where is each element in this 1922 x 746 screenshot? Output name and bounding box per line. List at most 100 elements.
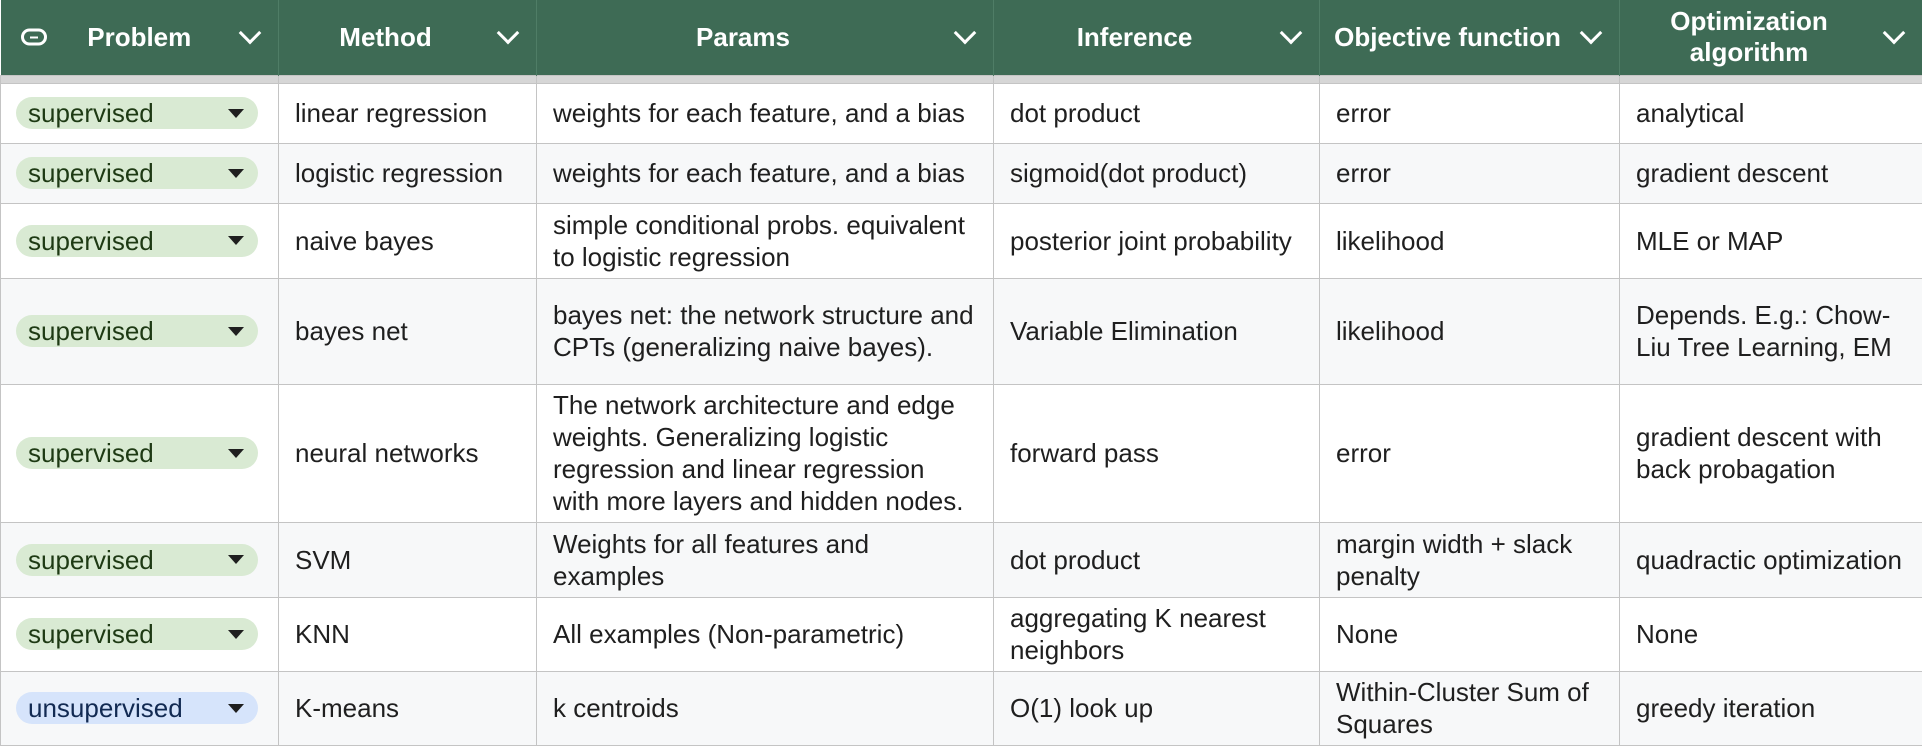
problem-cell[interactable]: supervised <box>0 596 279 672</box>
inference-cell[interactable]: Variable Elimination <box>993 277 1320 385</box>
method-cell[interactable]: neural networks <box>278 383 537 523</box>
objective-cell[interactable]: error <box>1319 383 1620 523</box>
optimization-cell[interactable]: None <box>1619 596 1922 672</box>
method-cell[interactable]: KNN <box>278 596 537 672</box>
chip-label: supervised <box>28 438 154 468</box>
problem-cell[interactable]: supervised <box>0 383 279 523</box>
header-row: Problem Method Params Inference Objectiv… <box>0 0 1922 75</box>
optimization-cell[interactable]: gradient descent with back probagation <box>1619 383 1922 523</box>
inference-cell[interactable]: forward pass <box>993 383 1320 523</box>
gap-cell <box>278 74 537 84</box>
params-cell[interactable]: weights for each feature, and a bias <box>536 142 994 204</box>
problem-cell[interactable]: supervised <box>0 521 279 598</box>
header-params[interactable]: Params <box>536 0 994 75</box>
objective-cell[interactable]: likelihood <box>1319 202 1620 279</box>
inference-cell[interactable]: dot product <box>993 82 1320 144</box>
table-row: supervised bayes net bayes net: the netw… <box>0 277 1922 385</box>
table-row: supervised SVM Weights for all features … <box>0 521 1922 598</box>
method-cell[interactable]: bayes net <box>278 277 537 385</box>
problem-cell[interactable]: supervised <box>0 82 279 144</box>
table-row: supervised logistic regression weights f… <box>0 142 1922 204</box>
chip-label: supervised <box>28 316 154 346</box>
dropdown-arrow-icon[interactable] <box>228 703 244 713</box>
method-cell[interactable]: K-means <box>278 670 537 746</box>
dropdown-arrow-icon[interactable] <box>228 236 244 245</box>
chevron-down-icon[interactable] <box>1579 21 1603 45</box>
header-method[interactable]: Method <box>278 0 537 75</box>
header-gap <box>0 74 1922 84</box>
header-label: Inference <box>1076 21 1193 52</box>
header-problem[interactable]: Problem <box>0 0 279 75</box>
objective-cell[interactable]: error <box>1319 82 1620 144</box>
problem-dropdown-chip[interactable]: supervised <box>16 315 258 347</box>
dropdown-arrow-icon[interactable] <box>228 326 244 336</box>
objective-cell[interactable]: None <box>1319 596 1620 672</box>
gap-cell <box>1319 74 1620 84</box>
chevron-down-icon[interactable] <box>238 21 262 45</box>
problem-dropdown-chip[interactable]: supervised <box>16 97 258 129</box>
ml-methods-table: Problem Method Params Inference Objectiv… <box>0 0 1922 746</box>
inference-cell[interactable]: aggregating K nearest neighbors <box>993 596 1320 672</box>
inference-cell[interactable]: dot product <box>993 521 1320 598</box>
inference-cell[interactable]: O(1) look up <box>993 670 1320 746</box>
optimization-cell[interactable]: greedy iteration <box>1619 670 1922 746</box>
spreadsheet-table: Problem Method Params Inference Objectiv… <box>0 0 1922 746</box>
objective-cell[interactable]: likelihood <box>1319 277 1620 385</box>
problem-cell[interactable]: supervised <box>0 202 279 279</box>
params-cell[interactable]: Weights for all features and examples <box>536 521 994 598</box>
objective-cell[interactable]: Within-Cluster Sum of Squares <box>1319 670 1620 746</box>
table-row: supervised neural networks The network a… <box>0 383 1922 523</box>
optimization-cell[interactable]: Depends. E.g.: Chow-Liu Tree Learning, E… <box>1619 277 1922 385</box>
chevron-down-icon[interactable] <box>496 21 520 45</box>
params-cell[interactable]: All examples (Non-parametric) <box>536 596 994 672</box>
table-row: supervised naive bayes simple conditiona… <box>0 202 1922 279</box>
problem-cell[interactable]: unsupervised <box>0 670 279 746</box>
params-cell[interactable]: k centroids <box>536 670 994 746</box>
objective-cell[interactable]: error <box>1319 142 1620 204</box>
header-label: Optimization algorithm <box>1670 6 1828 68</box>
method-cell[interactable]: naive bayes <box>278 202 537 279</box>
params-cell[interactable]: weights for each feature, and a bias <box>536 82 994 144</box>
optimization-cell[interactable]: quadractic optimization <box>1619 521 1922 598</box>
params-cell[interactable]: The network architecture and edge weight… <box>536 383 994 523</box>
method-cell[interactable]: linear regression <box>278 82 537 144</box>
problem-dropdown-chip[interactable]: unsupervised <box>16 692 258 724</box>
chip-label: supervised <box>28 98 154 128</box>
inference-cell[interactable]: posterior joint probability <box>993 202 1320 279</box>
method-cell[interactable]: SVM <box>278 521 537 598</box>
dropdown-arrow-icon[interactable] <box>228 108 244 118</box>
header-label: Params <box>696 21 790 52</box>
optimization-cell[interactable]: MLE or MAP <box>1619 202 1922 279</box>
dropdown-arrow-icon[interactable] <box>228 448 244 458</box>
chevron-down-icon[interactable] <box>953 21 977 45</box>
optimization-cell[interactable]: gradient descent <box>1619 142 1922 204</box>
problem-cell[interactable]: supervised <box>0 142 279 204</box>
problem-dropdown-chip[interactable]: supervised <box>16 224 258 257</box>
problem-dropdown-chip[interactable]: supervised <box>16 618 258 650</box>
gap-cell <box>993 74 1320 84</box>
problem-cell[interactable]: supervised <box>0 277 279 385</box>
chip-label: supervised <box>28 544 154 575</box>
problem-dropdown-chip[interactable]: supervised <box>16 437 258 469</box>
params-cell[interactable]: simple conditional probs. equivalent to … <box>536 202 994 279</box>
chip-label: unsupervised <box>28 693 183 723</box>
table-row: supervised KNN All examples (Non-paramet… <box>0 596 1922 672</box>
problem-dropdown-chip[interactable]: supervised <box>16 157 258 189</box>
filter-toggle-icon[interactable] <box>20 28 47 46</box>
header-optimization[interactable]: Optimization algorithm <box>1619 0 1922 75</box>
problem-dropdown-chip[interactable]: supervised <box>16 543 258 576</box>
objective-cell[interactable]: margin width + slack penalty <box>1319 521 1620 598</box>
params-cell[interactable]: bayes net: the network structure and CPT… <box>536 277 994 385</box>
method-cell[interactable]: logistic regression <box>278 142 537 204</box>
header-inference[interactable]: Inference <box>993 0 1320 75</box>
chevron-down-icon[interactable] <box>1882 21 1906 45</box>
chip-label: supervised <box>28 225 154 256</box>
dropdown-arrow-icon[interactable] <box>228 629 244 639</box>
dropdown-arrow-icon[interactable] <box>228 168 244 178</box>
optimization-cell[interactable]: analytical <box>1619 82 1922 144</box>
table-header: Problem Method Params Inference Objectiv… <box>0 0 1922 75</box>
header-objective[interactable]: Objective function <box>1319 0 1620 75</box>
chevron-down-icon[interactable] <box>1279 21 1303 45</box>
inference-cell[interactable]: sigmoid(dot product) <box>993 142 1320 204</box>
dropdown-arrow-icon[interactable] <box>228 555 244 564</box>
